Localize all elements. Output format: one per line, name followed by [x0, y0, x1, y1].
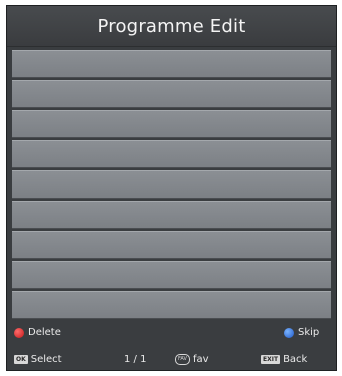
programme-row[interactable]: [12, 290, 331, 319]
delete-hint[interactable]: Delete: [14, 327, 61, 338]
select-hint[interactable]: OK Select: [14, 354, 62, 365]
programme-row[interactable]: [12, 260, 331, 289]
skip-label: Skip: [298, 327, 320, 338]
programme-row[interactable]: [12, 110, 331, 139]
blue-button-icon: [284, 327, 294, 338]
select-label: Select: [30, 354, 62, 365]
skip-hint[interactable]: Skip: [284, 327, 319, 338]
title-bar: Programme Edit: [7, 6, 336, 47]
programme-row[interactable]: [12, 230, 331, 259]
fav-hint[interactable]: FAV fav: [175, 354, 209, 365]
delete-label: Delete: [28, 327, 61, 338]
programme-row[interactable]: [12, 200, 331, 229]
programme-edit-window: Programme Edit Delete Skip OK Select 1 /…: [6, 5, 337, 371]
red-button-icon: [14, 327, 24, 338]
programme-row[interactable]: [12, 170, 331, 199]
programme-row[interactable]: [12, 140, 331, 169]
programme-row[interactable]: [12, 80, 331, 109]
exit-key-icon: EXIT: [261, 355, 281, 364]
back-label: Back: [283, 354, 308, 365]
footer-help-bar: Delete Skip OK Select 1 / 1 FAV fav EXIT…: [7, 322, 336, 372]
page-indicator: 1 / 1: [124, 354, 146, 365]
fav-label: fav: [193, 354, 209, 365]
programme-row[interactable]: [12, 50, 331, 79]
programme-list: [12, 50, 331, 321]
page-title: Programme Edit: [97, 15, 246, 37]
page-indicator-text: 1 / 1: [124, 354, 147, 365]
back-hint[interactable]: EXIT Back: [261, 354, 307, 365]
fav-key-icon: FAV: [175, 354, 190, 365]
ok-key-icon: OK: [14, 355, 28, 364]
